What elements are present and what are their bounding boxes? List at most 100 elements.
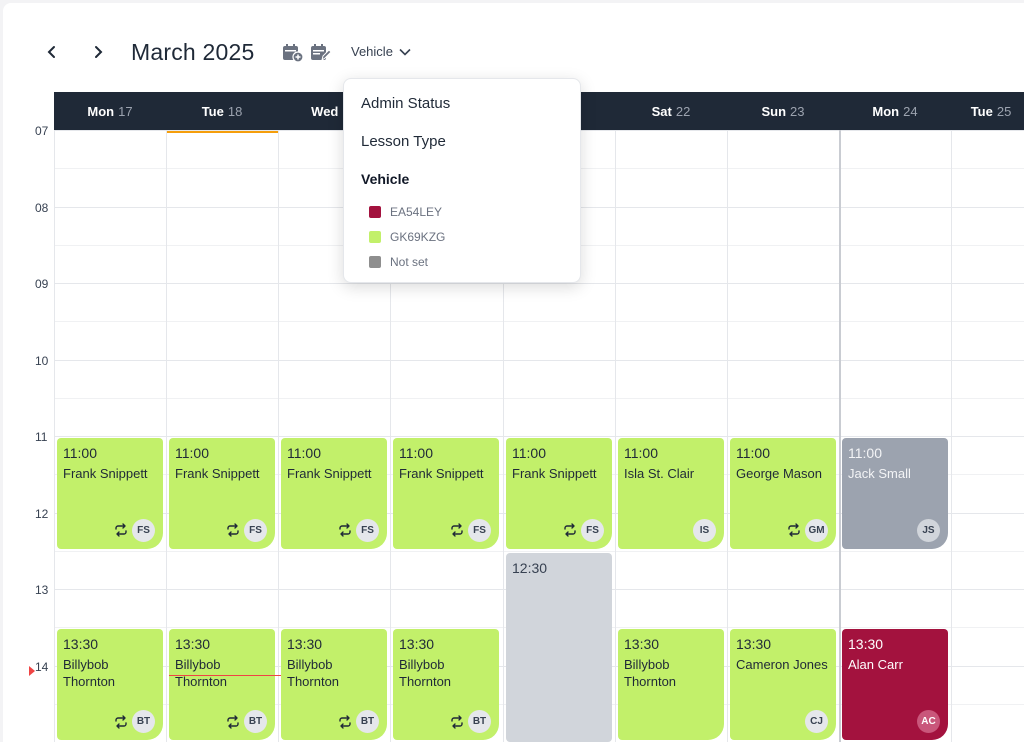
event-footer: GM bbox=[787, 518, 828, 542]
lesson-event[interactable]: 13:30 Billybob Thornton BT bbox=[57, 629, 163, 740]
event-student-name: Jack Small bbox=[848, 466, 911, 481]
event-footer: FS bbox=[563, 518, 604, 542]
grid-line bbox=[54, 283, 1024, 284]
chevron-down-icon bbox=[399, 48, 411, 56]
repeat-icon bbox=[451, 714, 463, 729]
add-calendar-event-button[interactable] bbox=[282, 43, 304, 63]
hour-label: 11 bbox=[35, 430, 48, 444]
repeat-icon bbox=[227, 523, 239, 537]
grid-line bbox=[54, 397, 1024, 399]
event-footer: JS bbox=[917, 518, 940, 542]
lesson-event[interactable]: 11:00 Frank Snippett FS bbox=[57, 438, 163, 549]
day-number: 17 bbox=[118, 103, 133, 119]
event-time: 13:30 bbox=[287, 636, 323, 653]
event-footer: FS bbox=[450, 518, 491, 542]
day-header[interactable]: Tue 25 bbox=[951, 92, 1024, 130]
time-column: 07 08 09 10 11 12 13 14 bbox=[3, 92, 54, 742]
avatar: AC bbox=[917, 710, 940, 733]
day-header[interactable]: Tue 18 bbox=[166, 92, 278, 133]
event-time: 11:00 bbox=[624, 445, 658, 461]
legend-swatch bbox=[369, 206, 381, 218]
event-student-name: Billybob Thornton bbox=[63, 657, 116, 690]
repeat-icon bbox=[339, 523, 351, 537]
event-student-name: Frank Snippett bbox=[512, 466, 597, 481]
next-week-button[interactable] bbox=[87, 41, 109, 63]
lesson-event[interactable]: 11:00 Frank Snippett FS bbox=[169, 438, 275, 549]
lesson-event[interactable]: 13:30 Billybob Thornton BT bbox=[169, 629, 275, 740]
lesson-event[interactable]: 12:30 bbox=[506, 552, 612, 742]
current-time-line bbox=[169, 675, 281, 676]
calendar-app: March 2025 Vehicle 07 08 09 10 11 12 13 … bbox=[3, 3, 1024, 742]
day-header[interactable]: Mon 24 bbox=[839, 92, 951, 130]
vehicle-section-title[interactable]: Vehicle bbox=[361, 171, 409, 187]
event-student-name: Frank Snippett bbox=[63, 466, 148, 481]
avatar: BT bbox=[132, 710, 155, 733]
day-name: Tue bbox=[201, 103, 224, 119]
avatar: FS bbox=[244, 518, 267, 542]
event-footer: BT bbox=[450, 710, 491, 733]
view-options-popover: Admin Status Lesson Type Vehicle EA54LEY… bbox=[343, 78, 581, 283]
event-time: 11:00 bbox=[63, 445, 97, 461]
day-header[interactable]: Sat 22 bbox=[615, 92, 727, 130]
chevron-right-icon bbox=[95, 46, 103, 58]
event-time: 11:00 bbox=[512, 445, 546, 461]
event-student-name: Frank Snippett bbox=[399, 466, 484, 481]
hour-label: 12 bbox=[35, 506, 49, 521]
event-time: 11:00 bbox=[287, 445, 321, 461]
avatar: FS bbox=[132, 518, 155, 542]
event-time: 13:30 bbox=[63, 636, 99, 653]
legend-swatch bbox=[369, 231, 381, 243]
lesson-event[interactable]: 11:00 Frank Snippett FS bbox=[506, 438, 612, 549]
event-student-name: Frank Snippett bbox=[287, 466, 372, 481]
day-number: 22 bbox=[675, 103, 691, 119]
event-footer: IS bbox=[693, 518, 716, 542]
prev-week-button[interactable] bbox=[41, 41, 63, 63]
event-student-name: Cameron Jones bbox=[736, 657, 828, 673]
legend-label: Not set bbox=[390, 255, 429, 269]
lesson-event[interactable]: 11:00 George Mason GM bbox=[730, 438, 836, 549]
event-time: 13:30 bbox=[624, 636, 660, 653]
avatar: FS bbox=[468, 518, 491, 542]
legend-item: GK69KZG bbox=[369, 230, 445, 244]
vehicle-filter-dropdown[interactable]: Vehicle bbox=[351, 44, 411, 59]
grid-line bbox=[615, 130, 616, 742]
lesson-event[interactable]: 11:00 Frank Snippett FS bbox=[281, 438, 387, 549]
avatar: FS bbox=[356, 518, 379, 542]
day-number: 23 bbox=[790, 103, 805, 119]
grid-line bbox=[54, 359, 1024, 361]
repeat-icon bbox=[115, 714, 127, 729]
day-header[interactable]: Mon 17 bbox=[54, 92, 166, 130]
lesson-event[interactable]: 13:30 Alan Carr AC bbox=[842, 629, 948, 740]
edit-calendar-button[interactable] bbox=[310, 43, 332, 63]
chevron-left-icon bbox=[47, 46, 55, 58]
hour-label: 10 bbox=[35, 353, 49, 368]
avatar: GM bbox=[805, 518, 828, 542]
repeat-icon bbox=[451, 523, 463, 537]
lesson-event[interactable]: 13:30 Billybob Thornton BT bbox=[393, 629, 499, 740]
lesson-event[interactable]: 11:00 Isla St. Clair IS bbox=[618, 438, 724, 549]
event-time: 13:30 bbox=[848, 636, 884, 653]
hour-label: 14 bbox=[35, 659, 49, 674]
event-footer: FS bbox=[226, 518, 267, 542]
lesson-event[interactable]: 13:30 Billybob Thornton BT bbox=[281, 629, 387, 740]
lesson-event[interactable]: 13:30 Billybob Thornton bbox=[618, 629, 724, 740]
event-time: 11:00 bbox=[736, 445, 770, 461]
avatar: JS bbox=[917, 518, 940, 542]
month-title: March 2025 bbox=[131, 39, 255, 65]
hour-label: 07 bbox=[35, 124, 49, 138]
lesson-event[interactable]: 11:00 Frank Snippett FS bbox=[393, 438, 499, 549]
admin-status-option[interactable]: Admin Status bbox=[361, 95, 450, 112]
event-time: 11:00 bbox=[399, 445, 433, 461]
grid-line bbox=[54, 130, 55, 742]
event-student-name: Frank Snippett bbox=[175, 466, 260, 481]
day-header[interactable]: Sun 23 bbox=[727, 92, 839, 130]
day-name: Mon bbox=[87, 103, 115, 119]
repeat-icon bbox=[564, 523, 576, 537]
event-student-name: Billybob Thornton bbox=[399, 657, 452, 690]
event-footer: BT bbox=[226, 710, 267, 733]
day-name: Wed bbox=[311, 103, 339, 119]
lesson-event[interactable]: 11:00 Jack Small JS bbox=[842, 438, 948, 549]
event-footer: FS bbox=[338, 518, 379, 542]
lesson-event[interactable]: 13:30 Cameron Jones CJ bbox=[730, 629, 836, 740]
lesson-type-option[interactable]: Lesson Type bbox=[361, 133, 446, 150]
